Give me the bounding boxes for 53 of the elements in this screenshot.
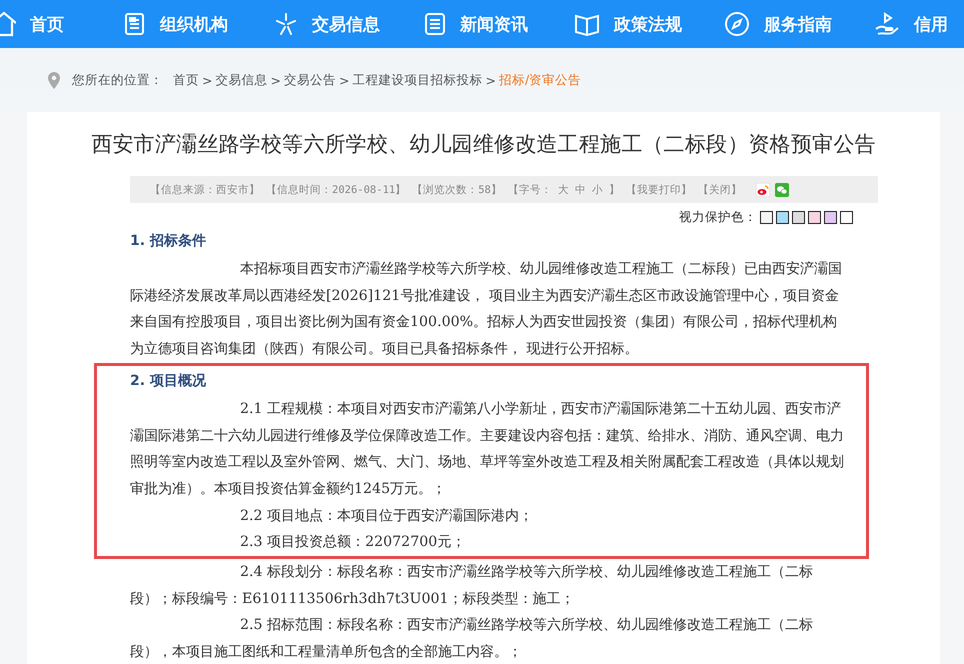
compass-icon (724, 11, 750, 37)
nav-link[interactable]: 服务指南 (724, 0, 874, 48)
action-link[interactable]: 【我要打印】 (626, 182, 692, 196)
bracket-text: 】 (608, 182, 620, 196)
font-size-label: 【字号： (508, 182, 552, 196)
separator: > (270, 72, 281, 88)
breadcrumb-link[interactable]: 工程建设项目招标投标 (352, 72, 482, 88)
color-swatch[interactable] (792, 211, 805, 224)
nav-link[interactable]: 信用 (874, 0, 964, 48)
color-swatch[interactable] (760, 211, 773, 224)
color-swatch[interactable] (840, 211, 853, 224)
paragraph: 2.3 项目投资总额：22072700元； (239, 533, 466, 552)
color-swatch[interactable] (824, 211, 837, 224)
section-heading: 1. 招标条件 (130, 232, 207, 251)
map-pin-icon (48, 72, 60, 88)
breadcrumb-link[interactable]: 交易公告 (284, 72, 336, 88)
nav-link[interactable]: 新闻资讯 (424, 0, 574, 48)
info-text: 【信息来源：西安市】 (150, 182, 260, 196)
weibo-share-icon[interactable] (756, 182, 770, 196)
separator: > (338, 72, 350, 88)
color-swatch[interactable] (808, 211, 821, 224)
action-link[interactable]: 【关闭】 (698, 182, 742, 196)
separator: > (202, 72, 212, 88)
article-title: 西安市浐灞丝路学校等六所学校、幼儿园维修改造工程施工（二标段）资格预审公告 (90, 131, 877, 158)
nav-link[interactable]: 首页 (0, 0, 124, 48)
paragraph: 2.5 招标范围：标段名称：西安市浐灞丝路学校等六所学校、幼儿园维修改造工程施工（二标段），本项目施工图纸和工程量清单所包含的全部施工内容。； (130, 616, 814, 662)
hand-icon (874, 11, 900, 37)
eye-care-label: 视力保护色： (679, 209, 757, 226)
breadcrumb-link[interactable]: 招标/资审公告 (498, 72, 582, 88)
nav-link[interactable]: 组织机构 (124, 0, 274, 48)
nav-link[interactable]: 政策法规 (574, 0, 724, 48)
home-icon (0, 11, 16, 37)
separator: > (485, 72, 496, 88)
wechat-share-icon[interactable] (774, 182, 789, 196)
breadcrumb-link[interactable]: 首页 (173, 72, 199, 88)
font-size-link[interactable]: 小 (592, 182, 603, 196)
document-icon (124, 12, 146, 36)
nav-link[interactable]: 交易信息 (274, 0, 424, 48)
color-swatch[interactable] (776, 211, 789, 224)
breadcrumb-link[interactable]: 交易信息 (215, 72, 268, 88)
paragraph: 2.1 工程规模：本项目对西安市浐灞第八小学新址，西安市浐灞国际港第二十五幼儿园、西安市浐灞国际港第二十六幼儿园进行维修及学位保障改造工作。主要建设内容包括：建筑、给排水、消防、通风空调、电力照明等室内改造工程以及室外管网、燃气、大门、场地、草坪等室外改造工程及相关附属配套工程改造（具体以规划审批为准）。本项目投资估算金额约1245万元。； (130, 400, 845, 499)
list-icon (424, 12, 446, 36)
paragraph: 本招标项目西安市浐灞丝路学校等六所学校、幼儿园维修改造工程施工（二标段）已由西安浐灞国际港经济发展改革局以西港经发[2026]121号批准建设， 项目业主为西安浐灞生态区市政设施管理中心，项目资金来自国有控股项目，项目出资比例为国有资金100.00%。招标人为西安世园投资（集团）有限公司，招标代理机构为立德项目咨询集团（陕西）有限公司。项目已具备招标条件， 现进行公开招标。 (130, 260, 843, 360)
paragraph: 2.2 项目地点：本项目位于西安浐灞国际港内； (239, 506, 534, 526)
section-heading: 2. 项目概况 (130, 372, 207, 391)
font-size-link[interactable]: 中 (574, 182, 586, 196)
sparkle-icon (274, 12, 298, 36)
info-text: 【浏览次数：58】 (412, 182, 502, 196)
info-text: 【信息时间：2026-08-11】 (266, 182, 406, 196)
font-size-link[interactable]: 大 (558, 182, 569, 196)
paragraph: 2.4 标段划分：标段名称：西安市浐灞丝路学校等六所学校、幼儿园维修改造工程施工（二标段）；标段编号：E6101113506rh3dh7t3U001；标段类型：施工； (130, 563, 814, 609)
location-label: 您所在的位置： (72, 72, 163, 88)
book-icon (574, 12, 600, 36)
